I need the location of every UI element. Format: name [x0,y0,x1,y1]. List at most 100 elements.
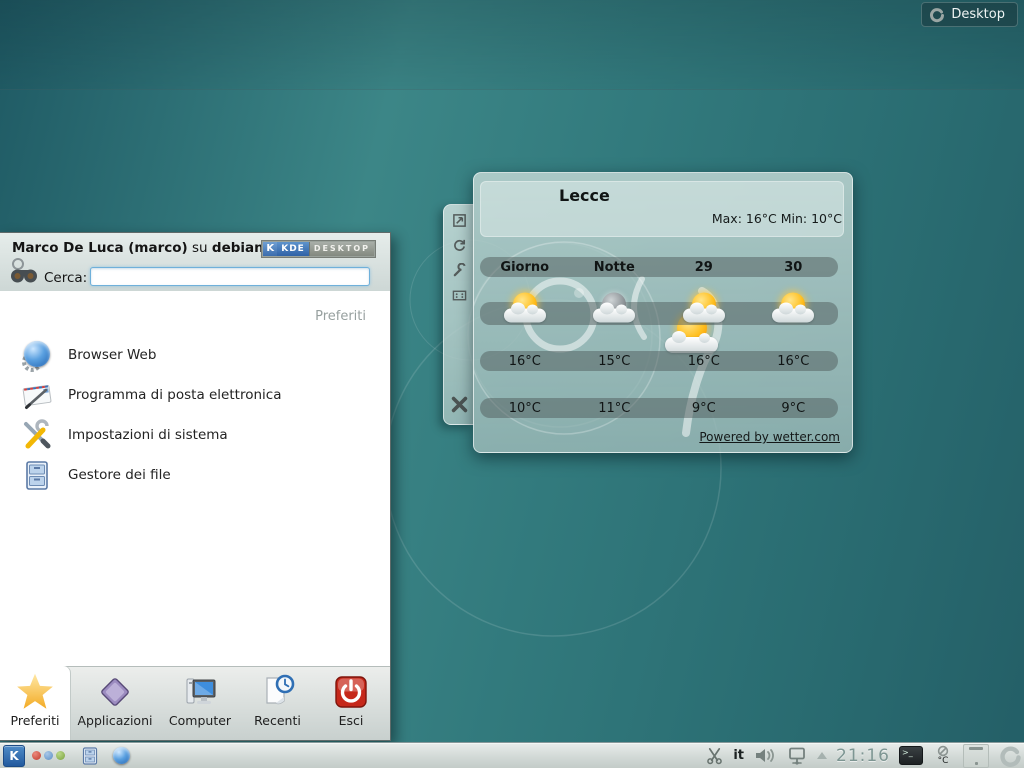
settings-buttons-icon[interactable] [452,288,467,303]
green-dot-icon[interactable] [56,751,65,760]
menu-item-label: Browser Web [68,347,156,363]
blue-dot-icon[interactable] [44,751,53,760]
strip-mark [969,747,983,750]
weather-widget: Lecce Max: 16°C Min: 10°C Giorno Notte 2… [473,172,853,453]
computer-monitor-icon [181,673,219,711]
weather-condition-icon [591,290,637,328]
desktop-badge-text: DESKTOP [309,242,374,256]
resize-icon[interactable] [452,213,467,228]
kickoff-header: Marco De Luca (marco) su debian K KDE DE… [0,233,390,292]
close-icon[interactable] [450,395,469,414]
strip-mark [975,762,978,765]
night-temp: 11°C [570,401,660,416]
desktop-toolbox-label: Desktop [951,7,1005,22]
tab-computer[interactable]: Computer [160,667,240,740]
file-manager-launcher-icon[interactable] [80,746,100,766]
weather-max-min: Max: 16°C Min: 10°C [712,211,842,226]
cloud-icon [593,308,635,322]
panel-strip-widget[interactable] [963,744,989,768]
column-header: 30 [749,260,839,275]
system-tray: it 21:16 >_ °C [705,744,1024,768]
cloud-icon [504,308,546,322]
tab-label: Applicazioni [78,713,153,728]
mail-envelope-icon [20,378,54,412]
favorites-section-label: Preferiti [315,309,366,324]
weather-tray-label: °C [938,757,949,766]
volume-icon[interactable] [753,746,777,765]
menu-item-label: Impostazioni di sistema [68,427,228,443]
kde-badge-text: KDE [277,242,309,256]
globe-sphere [113,747,130,764]
system-settings-tools-icon [20,418,54,452]
document-clock-icon [259,673,297,711]
weather-applet-handle[interactable] [443,204,474,425]
menu-item-browser-web[interactable]: Browser Web [0,335,390,375]
host-name: debian [212,240,264,256]
night-temp: 9°C [749,401,839,416]
web-browser-launcher-icon[interactable] [111,746,131,766]
digital-clock[interactable]: 21:16 [836,746,890,766]
day-temp: 16°C [659,354,749,369]
desktop-screen: Desktop [0,0,1024,768]
night-temp: 10°C [480,401,570,416]
weather-city-name: Lecce [559,186,610,205]
power-button-icon [332,673,370,711]
weather-column-headers: Giorno Notte 29 30 [480,257,838,277]
menu-item-label: Programma di posta elettronica [68,387,281,403]
panel-cashew-icon[interactable] [998,744,1022,768]
terminal-tray-icon[interactable]: >_ [899,746,923,765]
tray-expander-icon[interactable] [817,752,827,759]
red-dot-icon[interactable] [32,751,41,760]
klipper-scissors-icon[interactable] [705,746,724,765]
column-header: Giorno [480,260,570,275]
user-host-title: Marco De Luca (marco) su debian [12,240,264,256]
user-name: Marco De Luca (marco) [12,240,188,256]
network-monitor-icon[interactable] [786,746,808,766]
plasma-cashew-icon [929,7,945,23]
configure-wrench-icon[interactable] [452,263,467,278]
tab-label: Computer [169,713,231,728]
kickoff-launcher: Marco De Luca (marco) su debian K KDE DE… [0,232,391,741]
keyboard-layout-indicator[interactable]: it [733,748,744,763]
kde-menu-button[interactable]: K [3,745,25,767]
cloud-icon [683,308,725,322]
column-header: Notte [570,260,660,275]
separator-text: su [188,240,212,256]
column-header: 29 [659,260,749,275]
binoculars-search-icon [8,257,40,287]
star-icon [16,673,54,711]
wetter-com-credit-link[interactable]: Powered by wetter.com [699,430,840,444]
search-label: Cerca: [44,270,87,286]
kde-logo-icon: K [263,242,277,256]
weather-condition-icon [770,290,816,328]
tab-preferiti[interactable]: Preferiti [0,666,70,740]
menu-item-mail[interactable]: Programma di posta elettronica [0,375,390,415]
day-temp: 16°C [480,354,570,369]
weather-day-temps-row: 16°C 15°C 16°C 16°C [480,351,838,371]
file-cabinet-icon [20,458,54,492]
favorites-list: Browser Web [0,335,390,495]
tab-recenti[interactable]: Recenti [240,667,315,740]
wallpaper-top-band [0,0,1024,90]
kde-desktop-badge: K KDE DESKTOP [261,240,376,258]
weather-tray-widget[interactable]: °C [932,745,954,766]
search-input[interactable] [90,267,370,286]
quick-launch-dots[interactable] [32,751,65,760]
panel-left-group: K [0,745,131,767]
weather-condition-icon [681,290,727,328]
day-temp: 16°C [749,354,839,369]
menu-item-system-settings[interactable]: Impostazioni di sistema [0,415,390,455]
purple-diamond-icon [96,673,134,711]
weather-title-box [480,181,844,237]
bottom-panel: K it [0,742,1024,768]
tab-label: Recenti [254,713,301,728]
tab-esci[interactable]: Esci [315,667,387,740]
day-temp: 15°C [570,354,660,369]
cloud-icon [772,308,814,322]
weather-night-temps-row: 10°C 11°C 9°C 9°C [480,398,838,418]
desktop-toolbox-button[interactable]: Desktop [921,2,1018,27]
rotate-icon[interactable] [452,238,467,253]
tab-applicazioni[interactable]: Applicazioni [70,667,160,740]
menu-item-file-manager[interactable]: Gestore dei file [0,455,390,495]
tab-label: Preferiti [11,713,60,728]
